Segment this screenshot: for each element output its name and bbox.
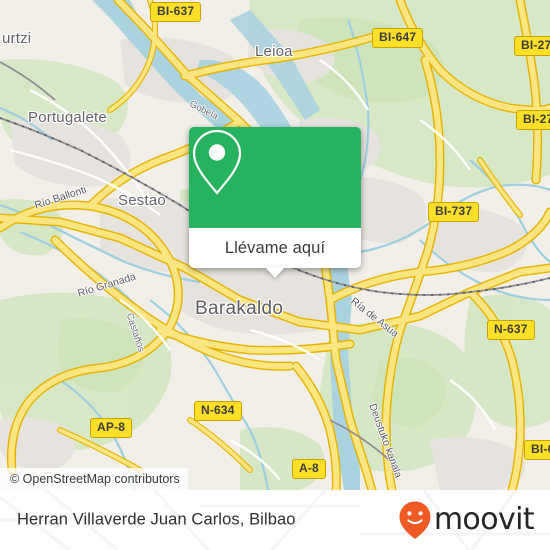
route-shield: BI-273 [514, 36, 550, 56]
moovit-smiley-pin-icon [399, 501, 431, 539]
place-title: Herran Villaverde Juan Carlos, Bilbao [17, 510, 296, 529]
route-shield: BI-276 [516, 110, 550, 130]
map-pin-icon [192, 129, 242, 195]
route-shield: BI-6 [524, 440, 550, 460]
popup-pointer-tip [265, 267, 285, 278]
moovit-place-card: urtzi Leioa Portugalete Sestao Barakaldo Río… [0, 0, 550, 550]
route-shield: BI-647 [372, 28, 424, 48]
take-me-here-label: Llévame aquí [224, 238, 326, 257]
route-shield: N-637 [487, 320, 535, 340]
route-shield: AP-8 [90, 418, 133, 438]
moovit-wordmark: moovit [433, 502, 535, 537]
location-popup-card[interactable]: Llévame aquí [189, 127, 361, 278]
footer-bar: Herran Villaverde Juan Carlos, Bilbao mo… [0, 490, 550, 550]
map-canvas[interactable]: urtzi Leioa Portugalete Sestao Barakaldo Río… [0, 0, 550, 490]
route-shield: BI-737 [428, 202, 480, 222]
moovit-logo[interactable]: moovit [398, 500, 535, 540]
route-shield: A-8 [292, 459, 326, 479]
route-shield: N-634 [194, 401, 242, 421]
popup-header [189, 127, 361, 228]
route-shield: BI-637 [150, 2, 202, 22]
osm-attribution[interactable]: © OpenStreetMap contributors [0, 468, 188, 490]
popup-footer[interactable]: Llévame aquí [189, 228, 361, 278]
